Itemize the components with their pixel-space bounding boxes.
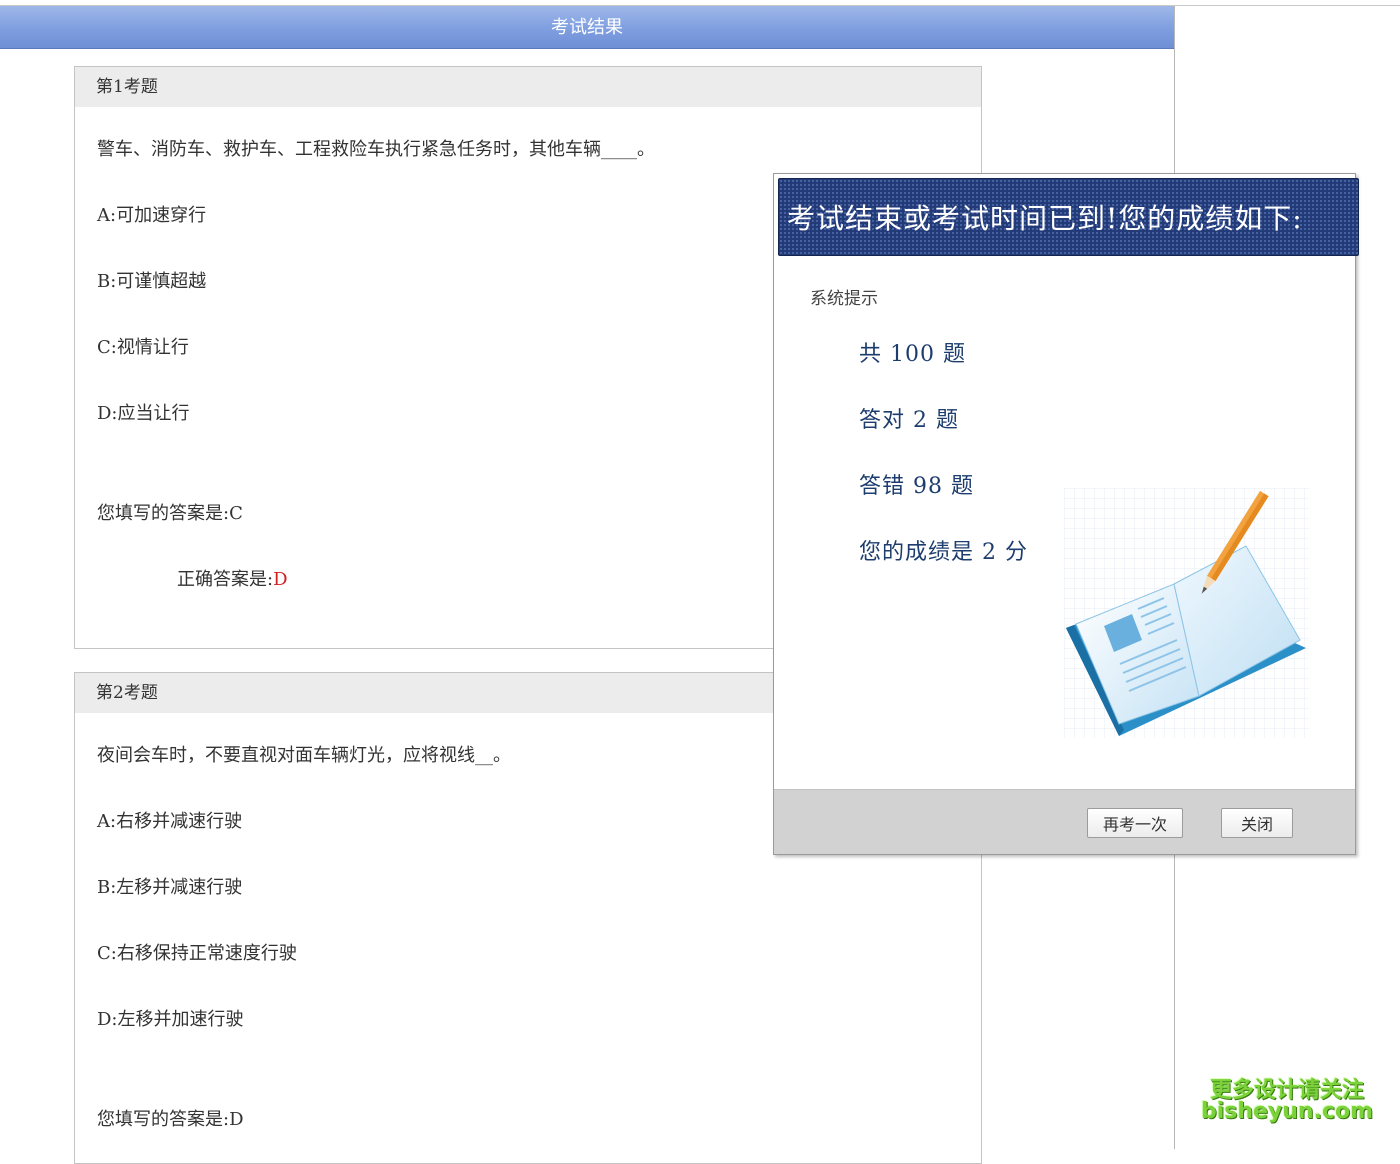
user-answer: 您填写的答案是:D [97, 1105, 244, 1131]
option-d: D:应当让行 [97, 403, 190, 424]
open-book-with-pencil-icon [1064, 488, 1309, 738]
final-score: 您的成绩是 2 分 [859, 540, 1028, 565]
system-tip-label: 系统提示 [810, 289, 878, 309]
user-answer-value: C [229, 503, 243, 524]
user-answer: 您填写的答案是:C [97, 499, 243, 525]
option-c: C:视情让行 [97, 337, 189, 358]
correct-answer-label: 正确答案是: [177, 569, 274, 590]
question-header: 第1考题 [75, 67, 981, 107]
question-text: 夜间会车时，不要直视对面车辆灯光，应将视线__。 [97, 745, 511, 766]
correct-answer: 正确答案是:D [177, 565, 288, 591]
retry-exam-button[interactable]: 再考一次 [1087, 808, 1183, 838]
option-d: D:左移并加速行驶 [97, 1009, 244, 1030]
question-text: 警车、消防车、救护车、工程救险车执行紧急任务时，其他车辆____。 [97, 139, 655, 160]
close-button[interactable]: 关闭 [1221, 808, 1293, 838]
user-answer-label: 您填写的答案是: [97, 503, 230, 524]
option-c: C:右移保持正常速度行驶 [97, 943, 297, 964]
option-a: A:可加速穿行 [97, 205, 207, 226]
option-b: B:可谨慎超越 [97, 271, 207, 292]
total-questions: 共 100 题 [859, 342, 966, 367]
correct-answer-value: D [273, 569, 288, 590]
wrong-count: 答错 98 题 [859, 474, 974, 499]
dialog-heading: 考试结束或考试时间已到!您的成绩如下: [778, 178, 1359, 256]
watermark-line2: bisheyun.com [1200, 1099, 1374, 1124]
exam-result-dialog: 考试结束或考试时间已到!您的成绩如下: 系统提示 共 100 题 答对 2 题 … [773, 173, 1359, 855]
option-a: A:右移并减速行驶 [97, 811, 243, 832]
page-title: 考试结果 [0, 6, 1174, 49]
option-b: B:左移并减速行驶 [97, 877, 243, 898]
user-answer-label: 您填写的答案是: [97, 1109, 230, 1130]
user-answer-value: D [229, 1109, 244, 1130]
dialog-footer: 再考一次 关闭 [774, 789, 1355, 854]
correct-count: 答对 2 题 [859, 408, 959, 433]
